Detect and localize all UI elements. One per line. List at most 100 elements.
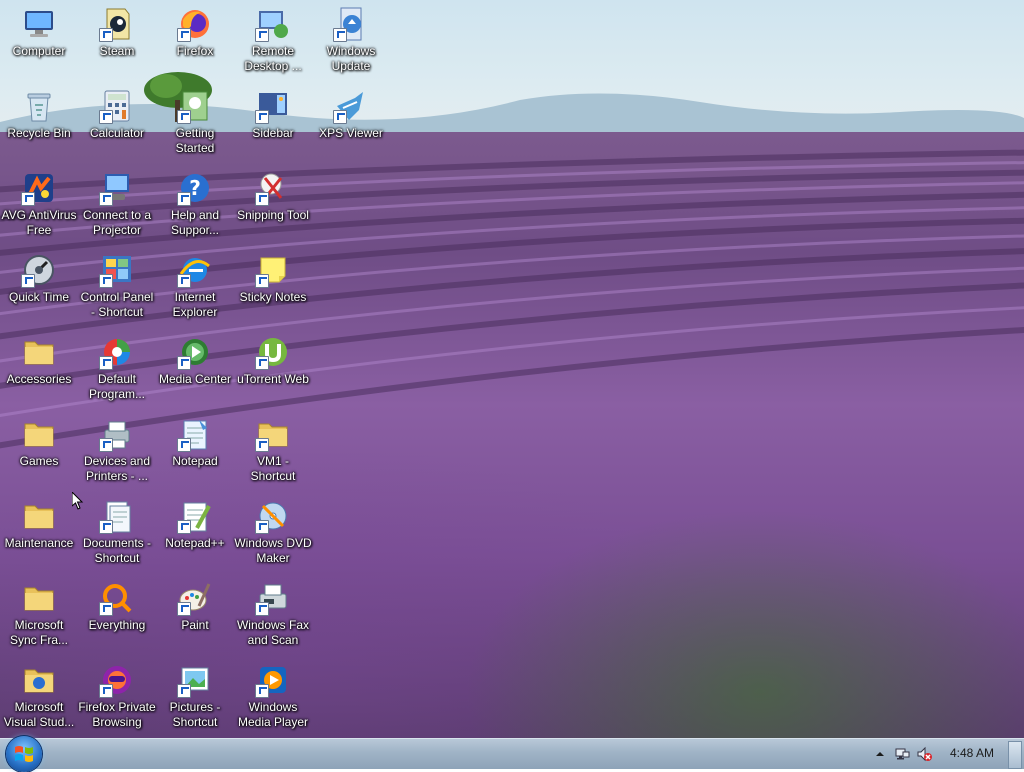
shortcut-arrow-icon [177,438,191,452]
desktop-icon[interactable]: Microsoft Sync Fra... [0,576,78,652]
getting-started-icon [177,88,213,124]
desktop-icon[interactable]: Notepad [156,412,234,488]
xps-viewer-icon [333,88,369,124]
desktop-icon[interactable]: Control Panel - Shortcut [78,248,156,324]
help-icon: ? [177,170,213,206]
desktop-icon[interactable]: Firefox [156,2,234,78]
shortcut-arrow-icon [99,110,113,124]
shortcut-arrow-icon [177,356,191,370]
desktop-icon-label: Everything [88,618,146,632]
projector-icon [99,170,135,206]
shortcut-arrow-icon [99,28,113,42]
shortcut-arrow-icon [177,110,191,124]
desktop-icon[interactable]: ? Help and Suppor... [156,166,234,242]
desktop-icon[interactable]: Internet Explorer [156,248,234,324]
folder-icon [21,334,57,370]
show-hidden-icons-icon[interactable] [872,746,888,762]
desktop-icon-label: Firefox Private Browsing [78,700,156,729]
desktop-icon[interactable]: Games [0,412,78,488]
desktop-icon[interactable]: Windows Update [312,2,390,78]
shortcut-arrow-icon [177,28,191,42]
calculator-icon [99,88,135,124]
computer-icon [21,6,57,42]
desktop-icon[interactable]: Maintenance [0,494,78,570]
notepadpp-icon [177,498,213,534]
desktop-icon-label: Computer [12,44,66,58]
desktop-icon-label: Default Program... [88,372,145,401]
desktop-icon-label: Microsoft Visual Stud... [3,700,75,729]
desktop-icon[interactable]: Steam [78,2,156,78]
desktop-icon[interactable]: XPS Viewer [312,84,390,160]
desktop-icon[interactable]: Quick Time [0,248,78,324]
internet-explorer-icon [177,252,213,288]
shortcut-arrow-icon [21,192,35,206]
desktop-icon[interactable]: Media Center [156,330,234,406]
desktop-icon[interactable]: Pictures - Shortcut [156,658,234,734]
desktop-icon-label: Control Panel - Shortcut [80,290,154,319]
desktop-icon-label: Snipping Tool [237,208,309,222]
desktop-icon[interactable]: VM1 - Shortcut [234,412,312,488]
taskbar-clock[interactable]: 4:48 AM [950,746,994,760]
shortcut-arrow-icon [177,602,191,616]
firefox-private-icon [99,662,135,698]
desktop-icon-label: AVG AntiVirus Free [1,208,77,237]
desktop-icon[interactable]: Sticky Notes [234,248,312,324]
desktop-icon[interactable]: Default Program... [78,330,156,406]
desktop-icon-label: Documents - Shortcut [82,536,152,565]
desktop-icon[interactable]: Snipping Tool [234,166,312,242]
desktop-icon[interactable]: Accessories [0,330,78,406]
desktop-icon[interactable]: Remote Desktop ... [234,2,312,78]
quicktime-icon [21,252,57,288]
desktop-icon[interactable]: uTorrent Web [234,330,312,406]
show-desktop-button[interactable] [1008,741,1022,769]
desktop-icon-label: Getting Started [175,126,215,155]
shortcut-arrow-icon [255,274,269,288]
desktop-icon[interactable]: Sidebar [234,84,312,160]
folder-icon [21,416,57,452]
media-center-icon [177,334,213,370]
shortcut-arrow-icon [177,684,191,698]
desktop-icon[interactable]: Documents - Shortcut [78,494,156,570]
shortcut-arrow-icon [255,110,269,124]
media-player-icon [255,662,291,698]
desktop-icon[interactable]: Calculator [78,84,156,160]
desktop-icon-label: Windows Media Player [237,700,309,729]
pictures-icon [177,662,213,698]
desktop-icon[interactable]: Windows Fax and Scan [234,576,312,652]
desktop-icon[interactable]: Computer [0,2,78,78]
shortcut-arrow-icon [99,602,113,616]
desktop-icon[interactable]: AVG AntiVirus Free [0,166,78,242]
desktop-icon[interactable]: Windows DVD Maker [234,494,312,570]
start-button[interactable] [6,736,42,772]
folder-icon [255,416,291,452]
shortcut-arrow-icon [255,602,269,616]
desktop-icon-label: Maintenance [4,536,74,550]
folder-icon [21,498,57,534]
desktop-icon[interactable]: Paint [156,576,234,652]
desktop-icon[interactable]: Connect to a Projector [78,166,156,242]
desktop-icon[interactable]: Getting Started [156,84,234,160]
network-icon[interactable] [894,746,910,762]
desktop-icon[interactable]: Devices and Printers - ... [78,412,156,488]
shortcut-arrow-icon [255,684,269,698]
desktop-icon-label: Games [19,454,59,468]
desktop-icon-label: Notepad [172,454,218,468]
desktop[interactable]: Computer Steam Firefox Remote Desktop ... Wi… [0,0,1024,738]
devices-printers-icon [99,416,135,452]
desktop-icon[interactable]: Notepad++ [156,494,234,570]
shortcut-arrow-icon [177,274,191,288]
desktop-icon[interactable]: Everything [78,576,156,652]
desktop-icon[interactable]: Windows Media Player [234,658,312,734]
volume-muted-icon[interactable] [916,746,932,762]
desktop-icon[interactable]: Firefox Private Browsing [78,658,156,734]
desktop-icon-label: Notepad++ [165,536,225,550]
recycle-bin-icon [21,88,57,124]
desktop-icon[interactable]: Microsoft Visual Stud... [0,658,78,734]
desktop-icon-label: Media Center [158,372,232,386]
shortcut-arrow-icon [99,684,113,698]
desktop-icon[interactable]: Recycle Bin [0,84,78,160]
firefox-icon [177,6,213,42]
control-panel-icon [99,252,135,288]
desktop-icon-label: Recycle Bin [7,126,71,140]
folder-help-icon [21,662,57,698]
